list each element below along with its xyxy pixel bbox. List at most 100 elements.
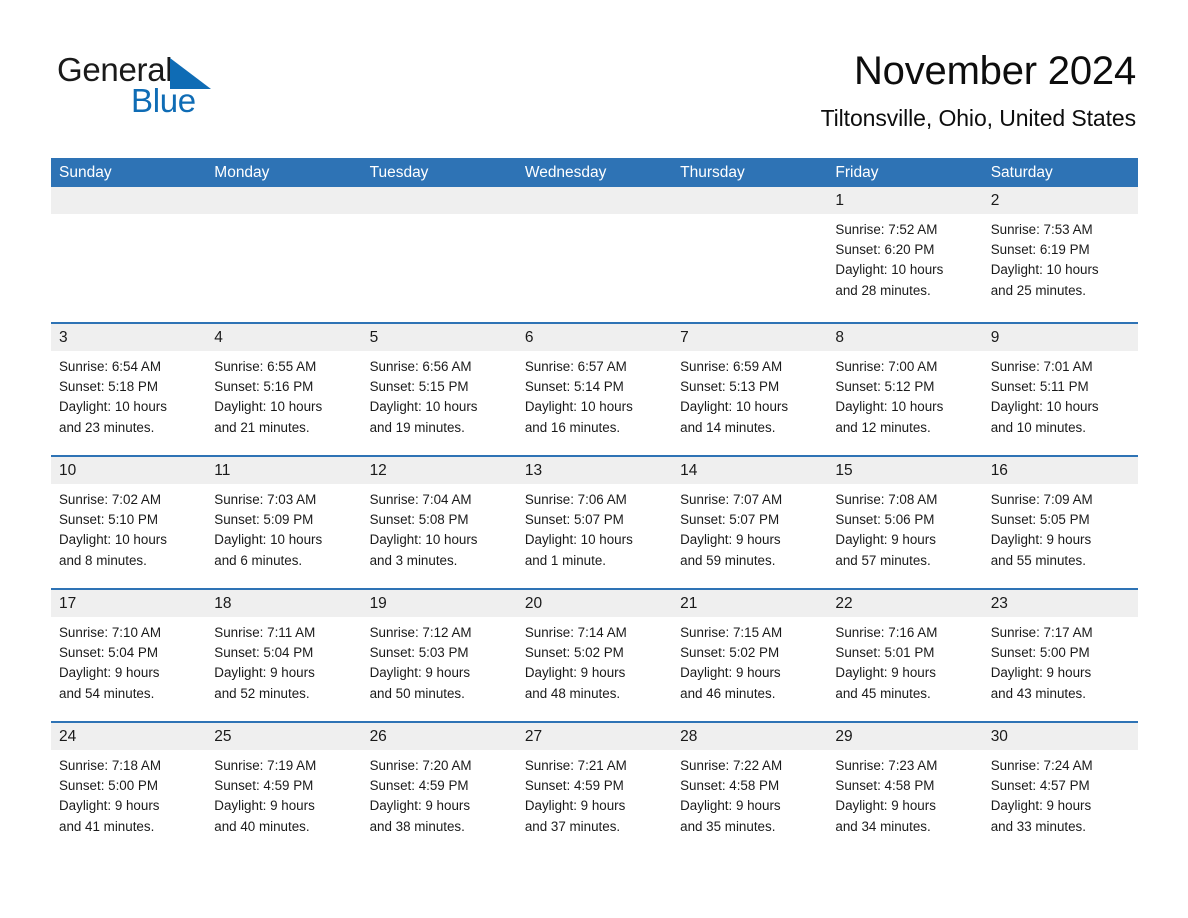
calendar-day-cell[interactable]: 30 Sunrise: 7:24 AM Sunset: 4:57 PM Dayligh… (982, 723, 1138, 854)
calendar-day-cell[interactable]: 16 Sunrise: 7:09 AM Sunset: 5:05 PM Dayligh… (982, 457, 1138, 588)
day-number: 22 (835, 595, 853, 612)
day-details: Sunrise: 6:55 AM Sunset: 5:16 PM Daylight:… (206, 351, 361, 438)
weekday-header-monday: Monday (214, 164, 270, 181)
weekday-header-thursday: Thursday (680, 164, 745, 181)
day-number: 26 (369, 728, 387, 745)
day-number-band: 28 (672, 723, 828, 750)
day-details: Sunrise: 7:02 AM Sunset: 5:10 PM Daylight:… (51, 484, 206, 571)
day-number-band: 6 (516, 324, 673, 351)
generalblue-logo[interactable]: General Blue (57, 52, 397, 122)
daylight-text: Daylight: 9 hours and 43 minutes. (990, 665, 1092, 701)
calendar-day-cell[interactable]: 18 Sunrise: 7:11 AM Sunset: 5:04 PM Dayligh… (206, 590, 362, 721)
sunset-text: Sunset: 5:06 PM (835, 512, 935, 528)
sunset-text: Sunset: 4:58 PM (835, 778, 935, 794)
calendar-day-cell[interactable]: 21 Sunrise: 7:15 AM Sunset: 5:02 PM Dayligh… (672, 590, 828, 721)
day-number: 10 (59, 462, 77, 479)
daylight-text: Daylight: 9 hours and 57 minutes. (835, 532, 936, 568)
day-details: Sunrise: 7:53 AM Sunset: 6:19 PM Daylight:… (983, 214, 1138, 301)
day-number-band: 15 (827, 457, 983, 484)
day-details: Sunrise: 7:21 AM Sunset: 4:59 PM Daylight:… (517, 750, 672, 837)
calendar-day-cell[interactable]: 7 Sunrise: 6:59 AM Sunset: 5:13 PM Daylight… (672, 324, 828, 455)
sunrise-text: Sunrise: 7:52 AM (835, 222, 938, 237)
calendar-day-cell[interactable]: 19 Sunrise: 7:12 AM Sunset: 5:03 PM Dayligh… (361, 590, 517, 721)
sunset-text: Sunset: 6:20 PM (835, 242, 935, 258)
sunset-text: Sunset: 4:57 PM (990, 778, 1090, 794)
calendar-day-cell[interactable]: 8 Sunrise: 7:00 AM Sunset: 5:12 PM Daylight… (827, 324, 983, 455)
calendar-day-cell[interactable]: 2 Sunrise: 7:53 AM Sunset: 6:19 PM Daylight… (982, 187, 1138, 322)
calendar-day-cell[interactable]: 27 Sunrise: 7:21 AM Sunset: 4:59 PM Dayligh… (516, 723, 673, 854)
day-number: 2 (990, 192, 1000, 209)
day-number: 3 (59, 329, 68, 346)
day-number-band: 23 (982, 590, 1138, 617)
sunrise-text: Sunrise: 7:06 AM (524, 492, 627, 507)
calendar-day-cell[interactable]: 12 Sunrise: 7:04 AM Sunset: 5:08 PM Dayligh… (361, 457, 517, 588)
sunrise-text: Sunrise: 7:19 AM (214, 758, 317, 773)
calendar-day-cell-empty (672, 187, 828, 322)
weekday-header-friday: Friday (835, 164, 879, 181)
day-details: Sunrise: 6:57 AM Sunset: 5:14 PM Daylight:… (517, 351, 672, 438)
day-details: Sunrise: 7:15 AM Sunset: 5:02 PM Daylight:… (672, 617, 827, 704)
logo-text-general: General (57, 51, 173, 88)
calendar-day-cell[interactable]: 17 Sunrise: 7:10 AM Sunset: 5:04 PM Dayligh… (51, 590, 207, 721)
sunrise-text: Sunrise: 6:55 AM (214, 359, 317, 374)
calendar-day-cell[interactable]: 26 Sunrise: 7:20 AM Sunset: 4:59 PM Dayligh… (361, 723, 517, 854)
day-number-band: 9 (982, 324, 1138, 351)
sunset-text: Sunset: 5:02 PM (524, 645, 624, 661)
logo-triangle-icon (170, 58, 212, 89)
day-details: Sunrise: 7:08 AM Sunset: 5:06 PM Daylight:… (827, 484, 982, 571)
calendar-day-cell[interactable]: 13 Sunrise: 7:06 AM Sunset: 5:07 PM Dayligh… (516, 457, 673, 588)
calendar-day-cell[interactable]: 28 Sunrise: 7:22 AM Sunset: 4:58 PM Dayligh… (672, 723, 828, 854)
calendar-day-cell[interactable]: 1 Sunrise: 7:52 AM Sunset: 6:20 PM Daylight… (827, 187, 983, 322)
sunset-text: Sunset: 4:59 PM (369, 778, 469, 794)
day-number: 7 (680, 329, 689, 346)
sunrise-text: Sunrise: 7:53 AM (990, 222, 1093, 237)
day-number: 24 (59, 728, 77, 745)
daylight-text: Daylight: 9 hours and 40 minutes. (214, 798, 315, 834)
day-number-band: 24 (51, 723, 207, 750)
daylight-text: Daylight: 9 hours and 41 minutes. (59, 798, 160, 834)
day-details: Sunrise: 7:23 AM Sunset: 4:58 PM Daylight:… (827, 750, 982, 837)
calendar-day-cell[interactable]: 11 Sunrise: 7:03 AM Sunset: 5:09 PM Dayligh… (206, 457, 362, 588)
day-number-band: 26 (361, 723, 517, 750)
day-details: Sunrise: 7:11 AM Sunset: 5:04 PM Daylight:… (206, 617, 361, 704)
sunset-text: Sunset: 5:00 PM (59, 778, 158, 794)
sunset-text: Sunset: 5:15 PM (369, 379, 469, 395)
day-number-band: 2 (982, 187, 1138, 214)
calendar-day-cell[interactable]: 5 Sunrise: 6:56 AM Sunset: 5:15 PM Daylight… (361, 324, 517, 455)
calendar-week-row: 10 Sunrise: 7:02 AM Sunset: 5:10 PM Dayligh… (51, 455, 1138, 588)
sunrise-text: Sunrise: 7:08 AM (835, 492, 938, 507)
day-details: Sunrise: 7:03 AM Sunset: 5:09 PM Daylight:… (206, 484, 361, 571)
calendar-day-cell[interactable]: 6 Sunrise: 6:57 AM Sunset: 5:14 PM Daylight… (516, 324, 673, 455)
calendar-day-cell[interactable]: 3 Sunrise: 6:54 AM Sunset: 5:18 PM Daylight… (51, 324, 207, 455)
sunrise-text: Sunrise: 7:01 AM (990, 359, 1093, 374)
calendar-day-cell[interactable]: 23 Sunrise: 7:17 AM Sunset: 5:00 PM Dayligh… (982, 590, 1138, 721)
daylight-text: Daylight: 10 hours and 8 minutes. (59, 532, 167, 568)
day-number: 20 (524, 595, 543, 612)
day-number-band: 3 (51, 324, 207, 351)
day-number: 23 (990, 595, 1008, 612)
day-number-band: 18 (206, 590, 362, 617)
calendar-day-cell[interactable]: 4 Sunrise: 6:55 AM Sunset: 5:16 PM Daylight… (206, 324, 362, 455)
daylight-text: Daylight: 9 hours and 52 minutes. (214, 665, 315, 701)
day-number: 9 (990, 329, 1000, 346)
sunset-text: Sunset: 5:00 PM (990, 645, 1090, 661)
calendar-day-cell[interactable]: 15 Sunrise: 7:08 AM Sunset: 5:06 PM Dayligh… (827, 457, 983, 588)
daylight-text: Daylight: 9 hours and 33 minutes. (990, 798, 1092, 834)
calendar-day-cell[interactable]: 14 Sunrise: 7:07 AM Sunset: 5:07 PM Dayligh… (672, 457, 828, 588)
daylight-text: Daylight: 9 hours and 34 minutes. (835, 798, 936, 834)
calendar-day-cell[interactable]: 29 Sunrise: 7:23 AM Sunset: 4:58 PM Dayligh… (827, 723, 983, 854)
calendar-day-cell[interactable]: 10 Sunrise: 7:02 AM Sunset: 5:10 PM Dayligh… (51, 457, 207, 588)
day-details: Sunrise: 7:01 AM Sunset: 5:11 PM Daylight:… (983, 351, 1138, 438)
calendar-day-cell[interactable]: 20 Sunrise: 7:14 AM Sunset: 5:02 PM Dayligh… (516, 590, 673, 721)
calendar-day-cell[interactable]: 24 Sunrise: 7:18 AM Sunset: 5:00 PM Dayligh… (51, 723, 207, 854)
calendar-day-cell[interactable]: 9 Sunrise: 7:01 AM Sunset: 5:11 PM Daylight… (982, 324, 1138, 455)
day-number-band (361, 187, 517, 214)
logo-line-primary: General (57, 51, 397, 89)
sunset-text: Sunset: 5:07 PM (680, 512, 780, 528)
day-number: 1 (835, 192, 845, 209)
calendar-day-cell[interactable]: 22 Sunrise: 7:16 AM Sunset: 5:01 PM Dayligh… (827, 590, 983, 721)
day-number: 19 (369, 595, 387, 612)
daylight-text: Daylight: 10 hours and 23 minutes. (59, 399, 167, 435)
weekday-header-sunday: Sunday (59, 164, 112, 181)
calendar-day-cell[interactable]: 25 Sunrise: 7:19 AM Sunset: 4:59 PM Dayligh… (206, 723, 362, 854)
